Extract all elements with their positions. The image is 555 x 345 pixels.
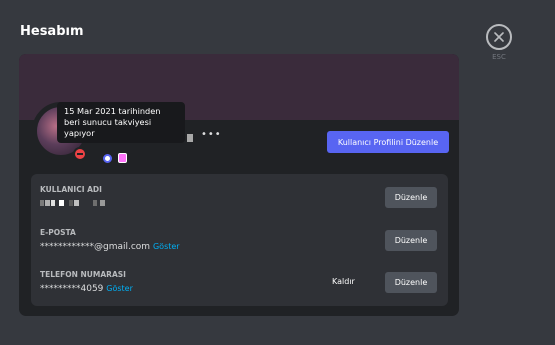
edit-email-button[interactable]: Düzenle <box>385 230 437 251</box>
close-button[interactable] <box>486 24 512 50</box>
profile-card: ••• 15 Mar 2021 tarihinden beri sunucu t… <box>19 54 459 316</box>
close-control[interactable]: ESC <box>485 24 513 61</box>
username-field: KULLANICI ADI <box>40 185 120 208</box>
remove-phone-button[interactable]: Kaldır <box>332 277 355 286</box>
email-label: E-POSTA <box>40 228 76 237</box>
server-boost-badge-icon <box>118 153 127 163</box>
nitro-badge-icon <box>103 154 112 163</box>
username-value <box>40 200 120 208</box>
page-title: Hesabım <box>20 24 84 39</box>
close-icon <box>494 32 504 42</box>
phone-value-row: *********4059 Göster <box>40 284 133 294</box>
account-settings-page: Hesabım ESC ••• 15 Mar 2021 tarihinden b… <box>0 0 555 345</box>
email-field: E-POSTA ************@gmail.com Göster <box>40 228 180 252</box>
esc-label: ESC <box>492 53 506 61</box>
email-reveal-link[interactable]: Göster <box>153 242 180 251</box>
username-label: KULLANICI ADI <box>40 185 102 194</box>
edit-user-profile-button[interactable]: Kullanıcı Profilini Düzenle <box>327 131 449 153</box>
email-value-row: ************@gmail.com Göster <box>40 242 180 252</box>
edit-phone-button[interactable]: Düzenle <box>385 272 437 293</box>
account-fields: KULLANICI ADI Düzenle E-POSTA **********… <box>31 174 448 306</box>
status-dnd-icon <box>73 147 87 161</box>
boost-tooltip: 15 Mar 2021 tarihinden beri sunucu takvi… <box>57 102 185 143</box>
phone-reveal-link[interactable]: Göster <box>106 284 133 293</box>
phone-label: TELEFON NUMARASI <box>40 270 126 279</box>
edit-username-button[interactable]: Düzenle <box>385 187 437 208</box>
phone-field: TELEFON NUMARASI *********4059 Göster <box>40 270 133 294</box>
more-options-icon[interactable]: ••• <box>201 129 222 140</box>
email-value: ************@gmail.com <box>40 242 151 252</box>
phone-value: *********4059 <box>40 284 104 294</box>
